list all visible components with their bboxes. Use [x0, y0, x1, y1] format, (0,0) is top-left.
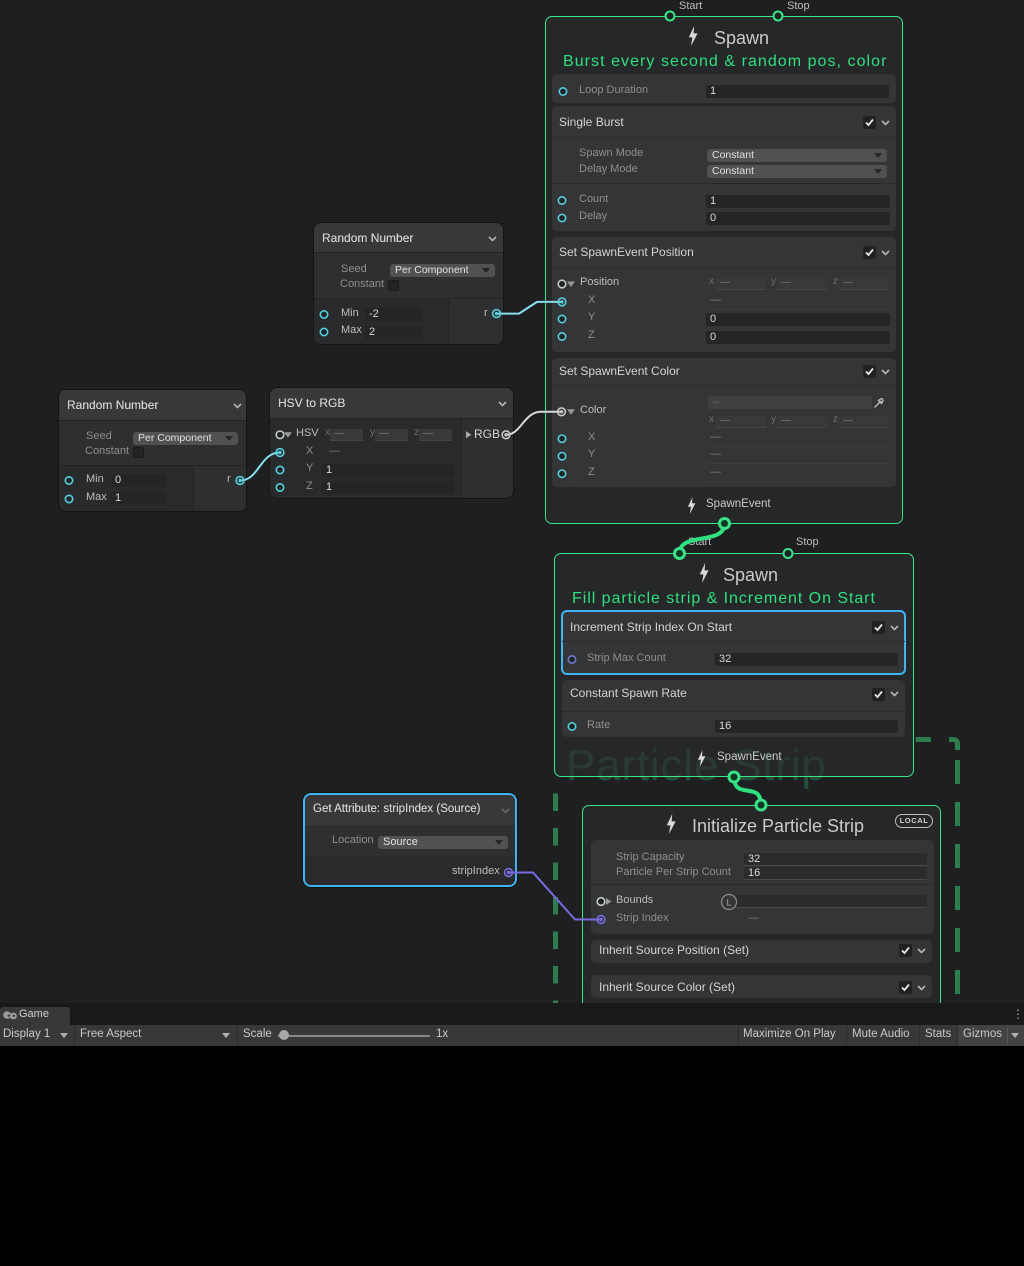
- svg-text:L: L: [726, 898, 731, 908]
